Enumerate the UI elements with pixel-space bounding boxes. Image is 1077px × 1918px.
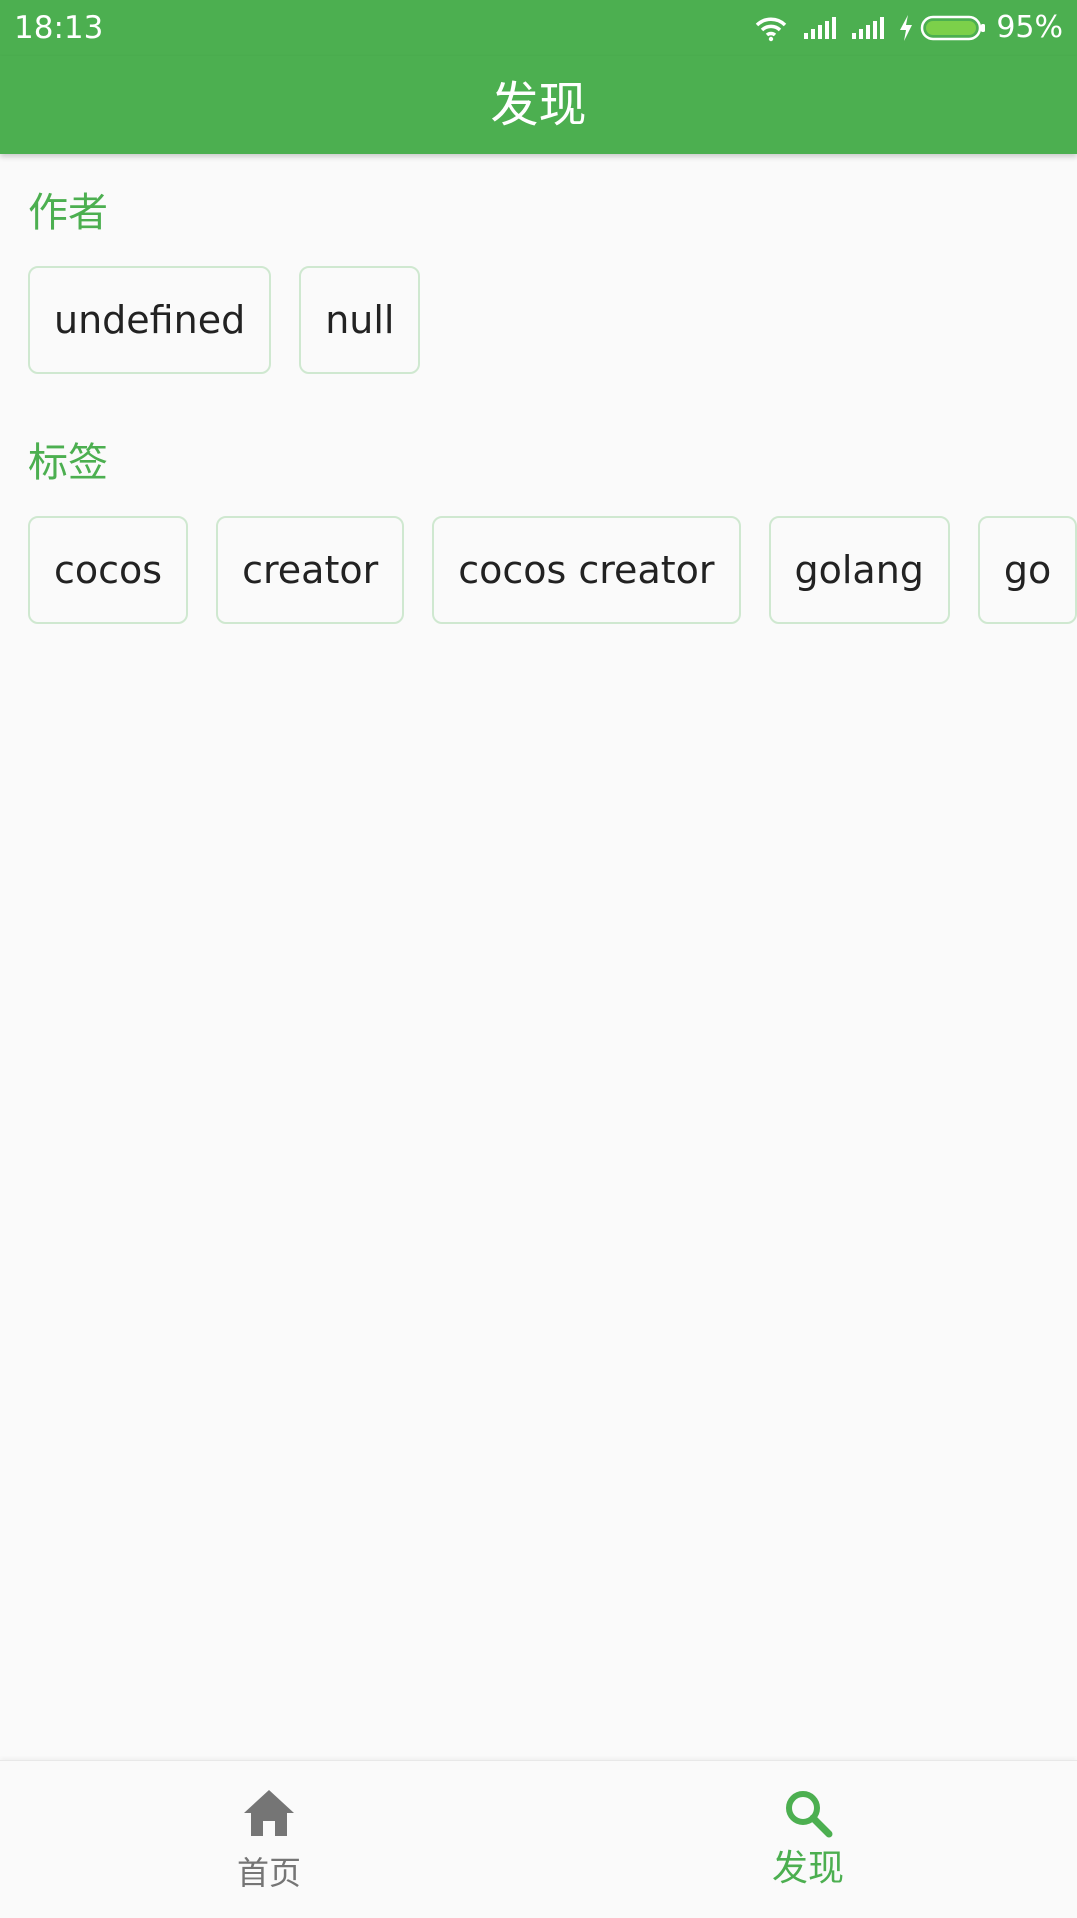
tag-chip[interactable]: cocos creator (432, 516, 741, 624)
signal-icon (804, 17, 837, 39)
battery-icon (921, 15, 986, 41)
author-chip[interactable]: undefined (28, 266, 272, 374)
battery-percent: 95% (996, 10, 1063, 45)
nav-label-discover: 发现 (771, 1848, 844, 1889)
status-time: 18:13 (14, 10, 104, 46)
signal-icon (852, 17, 885, 39)
nav-label-home: 首页 (236, 1854, 301, 1892)
status-icons: 95% (754, 8, 1063, 48)
author-chip[interactable]: null (299, 266, 421, 374)
tag-chip[interactable]: go (977, 516, 1077, 624)
authors-chip-list: undefined null (28, 266, 421, 374)
wifi-icon (756, 17, 787, 42)
status-bar: 18:13 95% (0, 0, 1077, 56)
tags-section-title: 标签 (28, 440, 108, 486)
authors-section-title: 作者 (28, 190, 108, 236)
home-icon (244, 1790, 294, 1836)
charging-icon (900, 15, 913, 41)
nav-item-discover[interactable]: 发现 (539, 1761, 1077, 1918)
tag-chip[interactable]: golang (768, 516, 950, 624)
nav-item-home[interactable]: 首页 (0, 1761, 538, 1918)
page-title: 发现 (490, 77, 587, 133)
tag-chip[interactable]: creator (216, 516, 405, 624)
tags-chip-list: cocos creator cocos creator golang go (28, 516, 1077, 624)
bottom-navigation: 首页 发现 (0, 1760, 1077, 1918)
search-icon (786, 1791, 833, 1838)
tag-chip[interactable]: cocos (28, 516, 189, 624)
app-bar: 发现 (0, 56, 1077, 154)
